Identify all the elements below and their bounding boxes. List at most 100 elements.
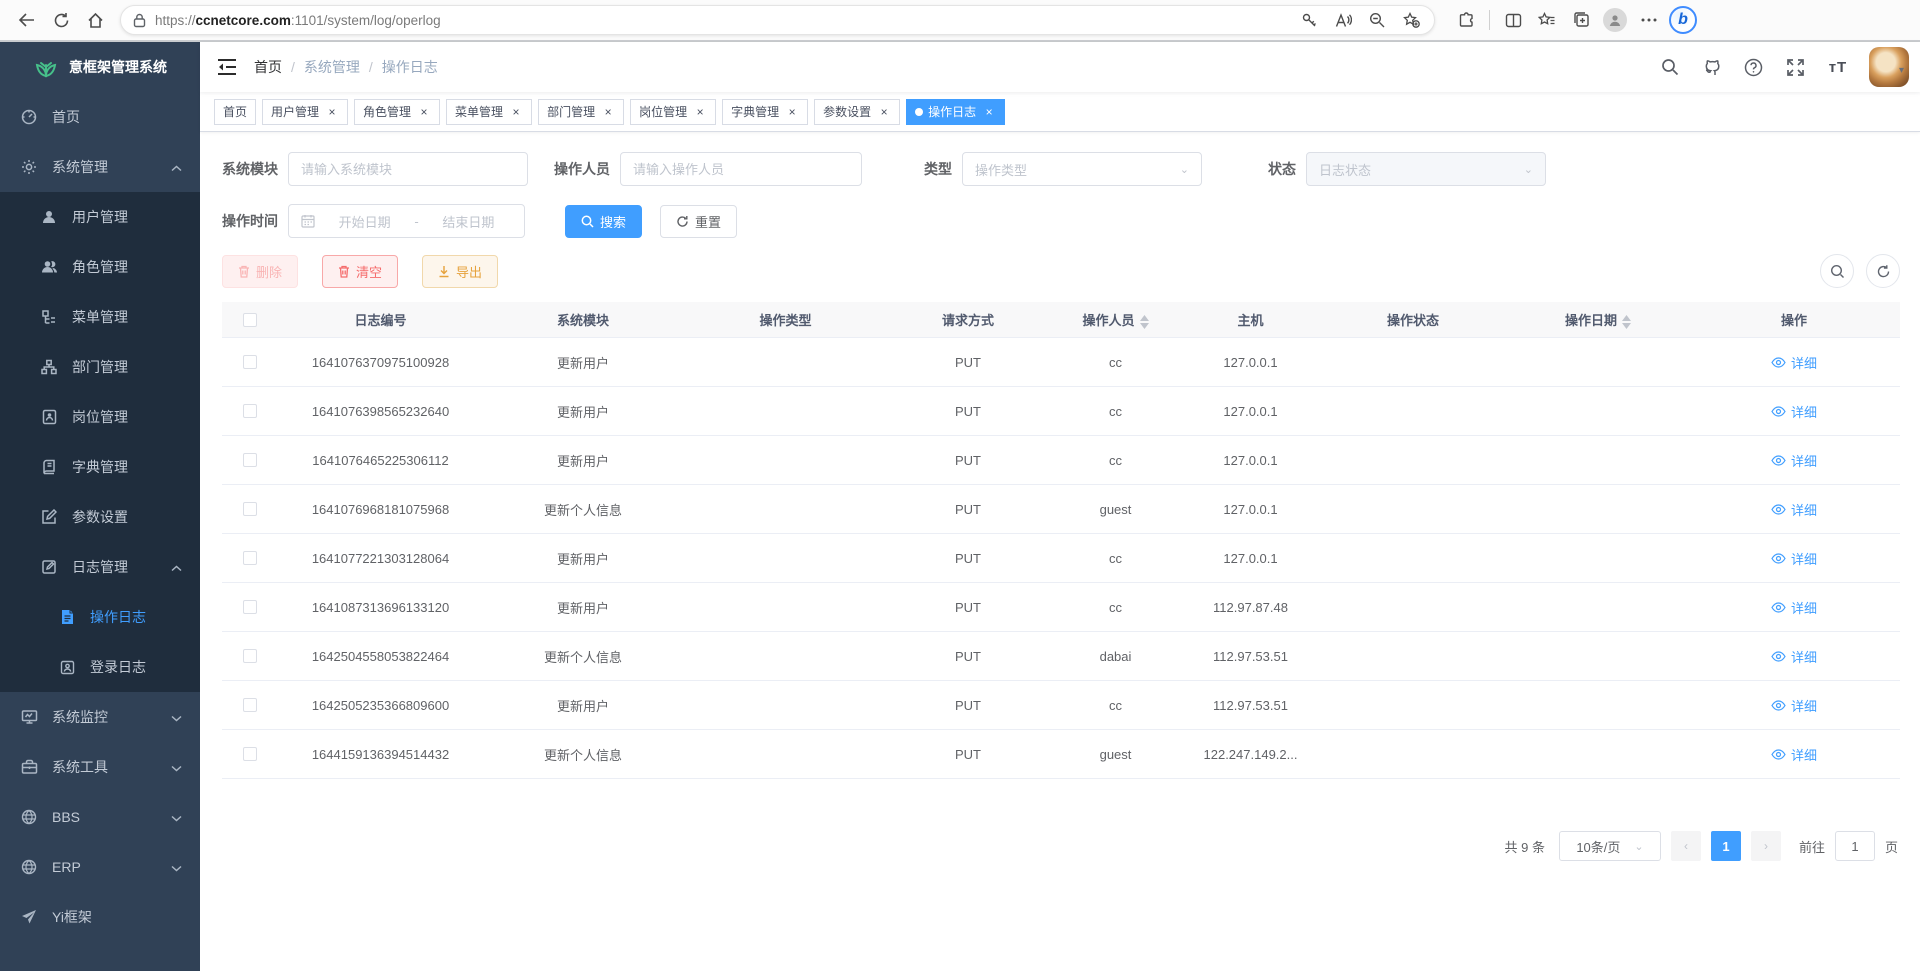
page-size-select[interactable]: 10条/页 ⌄ <box>1559 831 1661 861</box>
tab-home[interactable]: 首页 <box>214 99 256 125</box>
tab-close-icon[interactable]: × <box>785 105 799 119</box>
sort-carets-icon[interactable] <box>1622 315 1631 329</box>
detail-link[interactable]: 详细 <box>1771 500 1817 519</box>
sidebar-item-system-tools[interactable]: 系统工具 <box>0 742 200 792</box>
clear-button[interactable]: 清空 <box>322 255 398 288</box>
favorites-icon[interactable] <box>1530 3 1564 37</box>
goto-page-input[interactable] <box>1835 831 1875 861</box>
add-favorite-icon[interactable] <box>1394 3 1428 37</box>
module-filter-input[interactable] <box>288 152 528 186</box>
sidebar-item-user-mgmt[interactable]: 用户管理 <box>0 192 200 242</box>
browser-refresh-icon[interactable] <box>44 3 78 37</box>
next-page-button[interactable]: › <box>1751 831 1781 861</box>
table-search-toggle-icon[interactable] <box>1820 254 1854 288</box>
header-search-icon[interactable] <box>1659 56 1681 78</box>
col-date-sortable[interactable]: 操作日期 <box>1508 310 1688 329</box>
detail-link[interactable]: 详细 <box>1771 647 1817 666</box>
page-number-current[interactable]: 1 <box>1711 831 1741 861</box>
sidebar-collapse-icon[interactable] <box>214 54 240 80</box>
sort-carets-icon[interactable] <box>1140 315 1149 329</box>
row-checkbox[interactable] <box>243 747 257 761</box>
font-size-icon[interactable]: тT <box>1827 56 1849 78</box>
address-bar[interactable]: https://ccnetcore.com:1101/system/log/op… <box>120 5 1435 35</box>
sidebar-item-post-mgmt[interactable]: 岗位管理 <box>0 392 200 442</box>
tab-close-icon[interactable]: × <box>417 105 431 119</box>
more-menu-icon[interactable] <box>1632 3 1666 37</box>
sidebar-item-erp[interactable]: ERP <box>0 842 200 892</box>
sidebar-item-system-monitor[interactable]: 系统监控 <box>0 692 200 742</box>
detail-link[interactable]: 详细 <box>1771 696 1817 715</box>
row-checkbox[interactable] <box>243 551 257 565</box>
sidebar-item-log-mgmt[interactable]: 日志管理 <box>0 542 200 592</box>
sidebar-item-system-mgmt[interactable]: 系统管理 <box>0 142 200 192</box>
sidebar-item-menu-mgmt[interactable]: 菜单管理 <box>0 292 200 342</box>
sidebar-item-login-log[interactable]: 登录日志 <box>0 642 200 692</box>
row-checkbox[interactable] <box>243 502 257 516</box>
sidebar-item-dict-mgmt[interactable]: 字典管理 <box>0 442 200 492</box>
sidebar-item-bbs[interactable]: BBS <box>0 792 200 842</box>
sidebar-item-dept-mgmt[interactable]: 部门管理 <box>0 342 200 392</box>
trash-icon <box>338 265 350 278</box>
tab-dept-mgmt[interactable]: 部门管理× <box>538 99 624 125</box>
row-checkbox[interactable] <box>243 600 257 614</box>
reset-button[interactable]: 重置 <box>660 205 737 238</box>
status-filter-select[interactable]: 日志状态 ⌄ <box>1306 152 1546 186</box>
select-all-checkbox[interactable] <box>243 313 257 327</box>
tab-close-icon[interactable]: × <box>601 105 615 119</box>
tab-role-mgmt[interactable]: 角色管理× <box>354 99 440 125</box>
tab-user-mgmt[interactable]: 用户管理× <box>262 99 348 125</box>
table-refresh-icon[interactable] <box>1866 254 1900 288</box>
col-operator-sortable[interactable]: 操作人员 <box>1048 310 1183 329</box>
read-aloud-icon[interactable] <box>1326 3 1360 37</box>
copilot-icon[interactable]: b <box>1666 3 1700 37</box>
sidebar-item-yi-framework[interactable]: Yi框架 <box>0 892 200 942</box>
tab-menu-mgmt[interactable]: 菜单管理× <box>446 99 532 125</box>
export-button[interactable]: 导出 <box>422 255 498 288</box>
tab-close-icon[interactable]: × <box>877 105 891 119</box>
github-icon[interactable] <box>1701 56 1723 78</box>
sidebar-item-oper-log[interactable]: 操作日志 <box>0 592 200 642</box>
type-filter-select[interactable]: 操作类型 ⌄ <box>962 152 1202 186</box>
browser-home-icon[interactable] <box>78 3 112 37</box>
detail-link[interactable]: 详细 <box>1771 402 1817 421</box>
tab-oper-log[interactable]: 操作日志× <box>906 99 1005 125</box>
collections-icon[interactable] <box>1564 3 1598 37</box>
tab-post-mgmt[interactable]: 岗位管理× <box>630 99 716 125</box>
breadcrumb-home[interactable]: 首页 <box>254 57 282 77</box>
app-logo: 意框架管理系统 <box>0 42 200 92</box>
detail-link[interactable]: 详细 <box>1771 451 1817 470</box>
browser-back-icon[interactable] <box>10 3 44 37</box>
delete-button[interactable]: 删除 <box>222 255 298 288</box>
row-checkbox[interactable] <box>243 453 257 467</box>
date-range-picker[interactable]: 开始日期 - 结束日期 <box>288 204 525 238</box>
zoom-out-icon[interactable] <box>1360 3 1394 37</box>
password-key-icon[interactable] <box>1292 3 1326 37</box>
operator-filter-input[interactable] <box>620 152 862 186</box>
tab-param-settings[interactable]: 参数设置× <box>814 99 900 125</box>
tab-close-icon[interactable]: × <box>982 105 996 119</box>
extensions-icon[interactable] <box>1449 3 1483 37</box>
row-checkbox[interactable] <box>243 649 257 663</box>
prev-page-button[interactable]: ‹ <box>1671 831 1701 861</box>
sidebar-item-param-settings[interactable]: 参数设置 <box>0 492 200 542</box>
user-menu[interactable]: ▾ <box>1869 47 1904 87</box>
split-screen-icon[interactable] <box>1496 3 1530 37</box>
sidebar-item-home[interactable]: 首页 <box>0 92 200 142</box>
browser-profile-icon[interactable] <box>1598 3 1632 37</box>
detail-link[interactable]: 详细 <box>1771 353 1817 372</box>
detail-link[interactable]: 详细 <box>1771 598 1817 617</box>
row-checkbox[interactable] <box>243 355 257 369</box>
row-checkbox[interactable] <box>243 404 257 418</box>
detail-link[interactable]: 详细 <box>1771 549 1817 568</box>
detail-link[interactable]: 详细 <box>1771 745 1817 764</box>
tab-close-icon[interactable]: × <box>509 105 523 119</box>
row-checkbox[interactable] <box>243 698 257 712</box>
tab-dict-mgmt[interactable]: 字典管理× <box>722 99 808 125</box>
table-row: 1642504558053822464 更新个人信息 PUT dabai 112… <box>222 632 1900 681</box>
tab-close-icon[interactable]: × <box>325 105 339 119</box>
search-button[interactable]: 搜索 <box>565 205 642 238</box>
sidebar-item-role-mgmt[interactable]: 角色管理 <box>0 242 200 292</box>
fullscreen-icon[interactable] <box>1785 56 1807 78</box>
tab-close-icon[interactable]: × <box>693 105 707 119</box>
help-icon[interactable] <box>1743 56 1765 78</box>
